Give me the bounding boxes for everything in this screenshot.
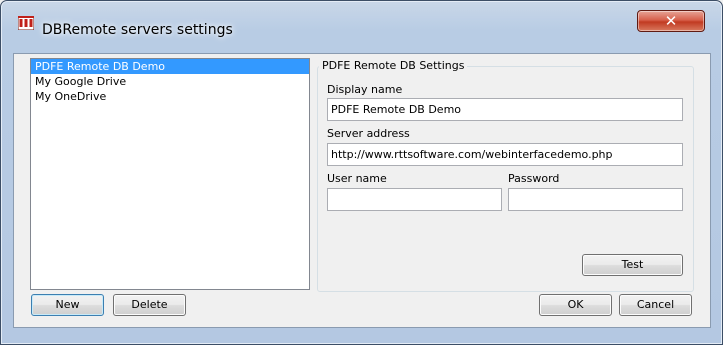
display-name-label: Display name bbox=[327, 83, 403, 96]
cancel-button[interactable]: Cancel bbox=[619, 294, 692, 316]
settings-group-title: PDFE Remote DB Settings bbox=[319, 59, 468, 72]
password-label: Password bbox=[508, 172, 560, 185]
server-list-item[interactable]: My Google Drive bbox=[31, 74, 309, 89]
ok-button[interactable]: OK bbox=[539, 294, 612, 316]
dialog-body: PDFE Remote DB Demo My Google Drive My One… bbox=[13, 53, 711, 328]
test-button[interactable]: Test bbox=[582, 254, 683, 276]
server-list[interactable]: PDFE Remote DB Demo My Google Drive My One… bbox=[30, 58, 310, 290]
server-address-field[interactable]: http://www.rttsoftware.com/webinterfaced… bbox=[327, 143, 683, 166]
user-name-field[interactable] bbox=[327, 188, 502, 211]
window-title: DBRemote servers settings bbox=[42, 22, 233, 38]
user-name-label: User name bbox=[327, 172, 387, 185]
pdfe-app-icon bbox=[18, 16, 34, 30]
server-list-item[interactable]: My OneDrive bbox=[31, 89, 309, 104]
password-field[interactable] bbox=[508, 188, 683, 211]
server-list-item[interactable]: PDFE Remote DB Demo bbox=[31, 59, 309, 74]
close-icon: ✕ bbox=[664, 12, 678, 30]
server-address-label: Server address bbox=[327, 127, 410, 140]
dialog-window: DBRemote servers settings ✕ PDFE Remote … bbox=[0, 0, 723, 345]
delete-button[interactable]: Delete bbox=[113, 294, 186, 316]
close-button[interactable]: ✕ bbox=[637, 10, 705, 32]
display-name-field[interactable]: PDFE Remote DB Demo bbox=[327, 98, 683, 121]
title-bar[interactable]: DBRemote servers settings ✕ bbox=[1, 1, 722, 38]
new-button[interactable]: New bbox=[31, 294, 104, 316]
